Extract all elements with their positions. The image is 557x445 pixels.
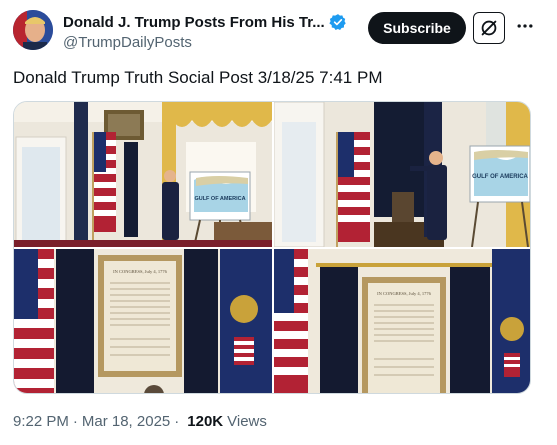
media-image-2[interactable]: GULF OF AMERICA [274,102,530,247]
grok-button[interactable] [473,12,505,44]
more-options-icon [517,24,533,28]
grok-icon [481,20,497,36]
post-date[interactable]: Mar 18, 2025 [82,413,170,430]
map-label: GULF OF AMERICA [472,174,528,180]
subscribe-button[interactable]: Subscribe [368,12,466,44]
author-name-row: Donald J. Trump Posts From His Tr... [63,13,363,31]
separator-dot: · [72,413,78,430]
map-label: GULF OF AMERICA [194,196,245,202]
separator-dot: · [174,413,180,430]
media-image-3[interactable]: IN CONGRESS, July 4, 1776 [14,249,272,393]
media-image-4[interactable]: IN CONGRESS, July 4, 1776 [274,249,530,393]
media-image-1[interactable]: GULF OF AMERICA [14,102,272,247]
avatar[interactable] [13,10,53,50]
media-grid: GULF OF AMERICA GULF OF AMERICA IN CONGR… [13,101,531,394]
verified-badge-icon [329,13,347,31]
post-text: Donald Trump Truth Social Post 3/18/25 7… [13,68,383,87]
author-display-name[interactable]: Donald J. Trump Posts From His Tr... [63,14,325,31]
views-label: Views [227,413,267,430]
author-handle[interactable]: @TrumpDailyPosts [63,34,192,51]
more-options-button[interactable] [513,14,537,38]
views-count: 120K [187,413,224,430]
avatar-portrait [13,10,53,50]
post-card: Donald J. Trump Posts From His Tr... @Tr… [0,0,557,445]
post-time[interactable]: 9:22 PM [13,413,69,430]
post-metadata: 9:22 PM · Mar 18, 2025 · 120K Views [13,413,267,430]
